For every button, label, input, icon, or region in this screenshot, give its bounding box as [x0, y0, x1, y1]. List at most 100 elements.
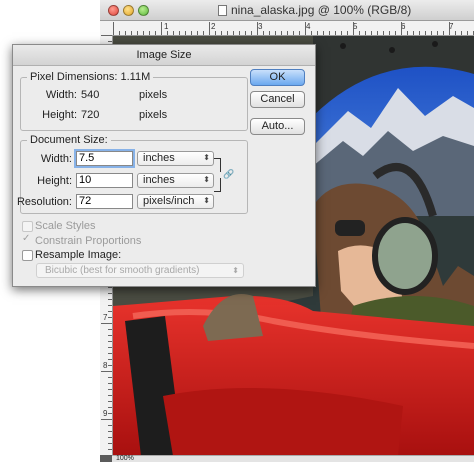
- ruler-tick: [108, 437, 112, 438]
- ruler-tick: [108, 389, 112, 390]
- ruler-tick: [161, 22, 162, 35]
- ruler-tick: [197, 31, 198, 35]
- auto-button[interactable]: Auto...: [250, 118, 305, 135]
- doc-height-unit-select[interactable]: inches ⬍: [137, 173, 214, 188]
- ruler-tick: [191, 31, 192, 35]
- ruler-tick: [108, 317, 112, 318]
- ruler-tick: [179, 31, 180, 35]
- link-bracket-bottom: [214, 178, 221, 192]
- ruler-tick: [119, 31, 120, 35]
- ruler-tick: [455, 31, 456, 35]
- ruler-tick: [401, 22, 402, 35]
- ruler-tick: [461, 31, 462, 35]
- ruler-tick: [113, 22, 114, 35]
- scale-styles-label: Scale Styles: [35, 220, 96, 232]
- ruler-tick: [287, 31, 288, 35]
- ruler-tick: [251, 31, 252, 35]
- ok-button[interactable]: OK: [250, 69, 305, 86]
- doc-height-input[interactable]: [76, 173, 133, 188]
- ruler-tick: [419, 31, 420, 35]
- ruler-tick: [108, 449, 112, 450]
- zoom-window-button[interactable]: [138, 5, 149, 16]
- ruler-tick: [395, 31, 396, 35]
- pixel-height-unit: pixels: [139, 109, 168, 121]
- doc-width-unit-select[interactable]: inches ⬍: [137, 151, 214, 166]
- ruler-tick: [108, 329, 112, 330]
- ruler-tick: [149, 31, 150, 35]
- ruler-top-number: 2: [211, 22, 216, 31]
- ruler-tick: [425, 31, 426, 35]
- ruler-tick: [365, 31, 366, 35]
- constrain-proportions-label: Constrain Proportions: [35, 235, 142, 247]
- pixel-width-label: Width:: [45, 89, 77, 101]
- ruler-top-number: 1: [164, 22, 169, 31]
- checkmark-icon[interactable]: ✓: [22, 233, 30, 244]
- ruler-tick: [311, 31, 312, 35]
- resolution-input[interactable]: [76, 194, 133, 209]
- resample-image-checkbox[interactable]: [22, 250, 33, 261]
- ruler-tick: [329, 31, 330, 35]
- ruler-tick: [108, 413, 112, 414]
- ruler-tick: [108, 335, 112, 336]
- resample-method-select[interactable]: Bicubic (best for smooth gradients) ⬍: [36, 263, 244, 278]
- ruler-tick: [305, 22, 306, 35]
- doc-width-input[interactable]: [76, 151, 133, 166]
- ruler-tick: [275, 31, 276, 35]
- ruler-tick: [269, 31, 270, 35]
- document-status-bar: 100%: [112, 455, 474, 462]
- doc-width-label: Width:: [40, 153, 72, 165]
- ruler-tick: [108, 41, 112, 42]
- document-titlebar[interactable]: nina_alaska.jpg @ 100% (RGB/8): [100, 0, 474, 21]
- ruler-tick: [108, 383, 112, 384]
- ruler-left-number: 9: [103, 409, 108, 418]
- pixel-dimensions-label: Pixel Dimensions:: [30, 71, 118, 83]
- ruler-tick: [108, 341, 112, 342]
- ruler-tick: [281, 31, 282, 35]
- ruler-tick: [108, 443, 112, 444]
- ruler-tick: [137, 31, 138, 35]
- ruler-tick: [185, 31, 186, 35]
- ruler-tick: [293, 31, 294, 35]
- dialog-title[interactable]: Image Size: [13, 45, 315, 66]
- resolution-unit-value: pixels/inch: [143, 195, 195, 207]
- scale-styles-checkbox[interactable]: [22, 221, 33, 232]
- pixel-dimensions-group: Pixel Dimensions: 1.11M: [20, 71, 248, 131]
- ruler-tick: [371, 31, 372, 35]
- ruler-top[interactable]: 1 2 3 4 5 6 7: [100, 21, 474, 36]
- ruler-tick: [383, 31, 384, 35]
- ruler-tick: [125, 31, 126, 35]
- document-title-text: nina_alaska.jpg @ 100% (RGB/8): [231, 3, 412, 17]
- ruler-tick: [407, 31, 408, 35]
- chevron-updown-icon: ⬍: [203, 196, 210, 205]
- ruler-tick: [443, 31, 444, 35]
- ruler-tick: [108, 359, 112, 360]
- ruler-tick: [108, 353, 112, 354]
- ruler-tick: [221, 31, 222, 35]
- ruler-tick: [317, 31, 318, 35]
- ruler-tick: [389, 31, 390, 35]
- ruler-tick: [108, 305, 112, 306]
- ruler-left-number: 8: [103, 361, 108, 370]
- cancel-button[interactable]: Cancel: [250, 91, 305, 108]
- ruler-tick: [101, 371, 112, 372]
- ruler-tick: [108, 395, 112, 396]
- document-size-legend: Document Size:: [30, 134, 108, 146]
- ruler-tick: [437, 31, 438, 35]
- image-size-dialog: Image Size Pixel Dimensions: 1.11M Width…: [12, 44, 316, 287]
- ruler-top-number: 4: [306, 22, 311, 31]
- resolution-unit-select[interactable]: pixels/inch ⬍: [137, 194, 214, 209]
- ruler-tick: [108, 431, 112, 432]
- ruler-tick: [108, 293, 112, 294]
- ruler-tick: [167, 31, 168, 35]
- ruler-tick: [323, 31, 324, 35]
- minimize-window-button[interactable]: [123, 5, 134, 16]
- ruler-tick: [353, 22, 354, 35]
- ruler-tick: [449, 22, 450, 35]
- zoom-level[interactable]: 100%: [116, 455, 134, 462]
- close-window-button[interactable]: [108, 5, 119, 16]
- ruler-tick: [209, 22, 210, 35]
- ruler-tick: [108, 425, 112, 426]
- resample-method-value: Bicubic (best for smooth gradients): [45, 265, 200, 276]
- ruler-top-number: 3: [258, 22, 263, 31]
- chain-link-icon: 🔗: [223, 169, 235, 179]
